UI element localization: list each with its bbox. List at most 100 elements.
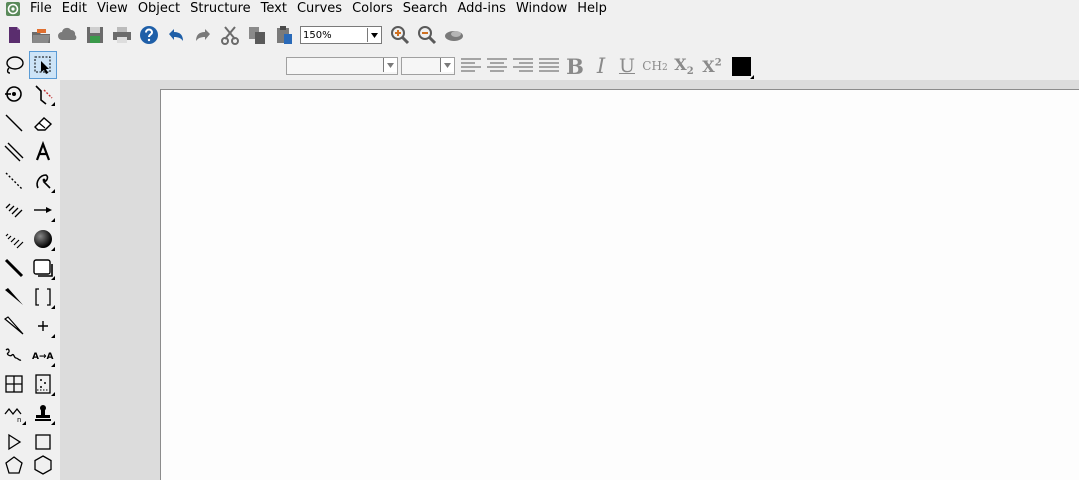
print-button[interactable] xyxy=(111,24,133,46)
stamp-tool[interactable] xyxy=(30,400,56,426)
align-justify-button[interactable] xyxy=(536,55,562,77)
eraser-icon xyxy=(34,117,53,131)
menu-edit[interactable]: Edit xyxy=(57,0,92,18)
menu-object[interactable]: Object xyxy=(133,0,185,18)
align-right-button[interactable] xyxy=(510,55,536,77)
redo-icon xyxy=(196,29,210,41)
zoom-select[interactable]: 150% xyxy=(300,26,382,44)
dashed-bond-icon xyxy=(5,172,23,190)
italic-button[interactable]: I xyxy=(588,54,614,78)
dashed-bond-tool[interactable] xyxy=(1,168,27,194)
undo-icon xyxy=(169,29,183,41)
table-tool[interactable] xyxy=(1,371,27,397)
cloud-icon xyxy=(58,27,77,40)
align-left-button[interactable] xyxy=(458,55,484,77)
drawing-canvas[interactable] xyxy=(160,89,1079,480)
hashed-bond-icon xyxy=(5,203,23,218)
dropdown-corner-icon xyxy=(750,74,754,79)
formula-sub-text: 2 xyxy=(661,63,668,73)
undo-button[interactable] xyxy=(165,24,187,46)
tlc-plate-tool[interactable] xyxy=(30,371,56,397)
menu-curves[interactable]: Curves xyxy=(292,0,347,18)
new-document-button[interactable] xyxy=(3,24,25,46)
menu-bar: File Edit View Object Structure Text Cur… xyxy=(0,0,1079,18)
text-tool[interactable] xyxy=(30,139,56,165)
wavy-bond-tool[interactable] xyxy=(1,342,27,368)
print-icon xyxy=(113,27,131,43)
formula-text: CH xyxy=(642,59,662,73)
font-name-select[interactable] xyxy=(286,57,398,75)
eye-icon xyxy=(445,31,463,41)
menu-structure[interactable]: Structure xyxy=(185,0,255,18)
lasso-tool[interactable] xyxy=(1,52,27,78)
subscript-text: X xyxy=(674,54,687,74)
single-bond-tool[interactable] xyxy=(1,110,27,136)
bold-bond-tool[interactable] xyxy=(1,255,27,281)
align-center-button[interactable] xyxy=(484,55,510,77)
app-logo-icon xyxy=(6,2,20,16)
text-icon xyxy=(35,141,51,161)
wedge-hash-icon xyxy=(5,233,24,249)
pen-tool[interactable] xyxy=(30,168,56,194)
zoom-in-button[interactable] xyxy=(389,24,411,46)
eraser-tool[interactable] xyxy=(30,110,56,136)
main-toolbar: 150% xyxy=(0,20,1079,50)
save-button[interactable] xyxy=(84,24,106,46)
subscript-button[interactable]: X2 xyxy=(670,55,698,77)
tool-palette: A→A n xyxy=(0,51,58,480)
formula-button[interactable]: CH2 xyxy=(640,55,670,77)
superscript-button[interactable]: X2 xyxy=(698,55,726,77)
wedge-bond-tool[interactable] xyxy=(1,284,27,310)
pentagon-ring-icon xyxy=(5,456,23,474)
underline-label: U xyxy=(618,55,635,77)
bond-pen-tool[interactable] xyxy=(30,81,56,107)
paste-button[interactable] xyxy=(273,24,295,46)
menu-view[interactable]: View xyxy=(92,0,133,18)
font-size-select[interactable] xyxy=(401,57,455,75)
dropdown-corner-icon xyxy=(51,334,55,338)
cloud-button[interactable] xyxy=(57,24,79,46)
open-button[interactable] xyxy=(30,24,52,46)
cut-icon xyxy=(221,26,239,45)
bold-button[interactable]: B xyxy=(562,54,588,79)
hollow-wedge-tool[interactable] xyxy=(1,313,27,339)
orbital-tool[interactable] xyxy=(30,226,56,252)
bracket-tool[interactable] xyxy=(30,284,56,310)
text-color-swatch[interactable] xyxy=(732,56,754,79)
menu-search[interactable]: Search xyxy=(398,0,453,18)
menu-text[interactable]: Text xyxy=(256,0,292,18)
select-tool[interactable] xyxy=(29,51,57,79)
view-3d-button[interactable] xyxy=(443,24,465,46)
svg-text:A→A: A→A xyxy=(32,352,54,362)
cut-button[interactable] xyxy=(219,24,241,46)
copy-button[interactable] xyxy=(246,24,268,46)
pentagon-ring-tool[interactable] xyxy=(1,452,27,478)
reaction-map-tool[interactable]: A→A xyxy=(30,342,56,368)
font-size-value xyxy=(402,58,440,74)
help-button[interactable] xyxy=(138,24,160,46)
arrow-tool[interactable] xyxy=(30,197,56,223)
wedge-hash-tool[interactable] xyxy=(1,226,27,252)
hashed-bond-tool[interactable] xyxy=(1,197,27,223)
menu-addins[interactable]: Add-ins xyxy=(452,0,510,18)
menu-help[interactable]: Help xyxy=(572,0,612,18)
chain-tool[interactable]: n xyxy=(1,400,27,426)
zoom-in-icon xyxy=(391,26,410,45)
formula-label: CH2 xyxy=(642,59,667,73)
double-bond-tool[interactable] xyxy=(1,139,27,165)
shape-tool[interactable] xyxy=(30,255,56,281)
hexagon-ring-tool[interactable] xyxy=(30,452,56,478)
dropdown-corner-icon xyxy=(51,102,55,106)
dropdown-corner-icon xyxy=(51,276,55,280)
menu-file[interactable]: File xyxy=(25,0,57,18)
align-right-icon xyxy=(513,58,533,72)
rotate-icon xyxy=(5,86,22,102)
menu-colors[interactable]: Colors xyxy=(347,0,398,18)
redo-button[interactable] xyxy=(192,24,214,46)
underline-button[interactable]: U xyxy=(614,55,640,77)
menu-window[interactable]: Window xyxy=(511,0,572,18)
zoom-out-button[interactable] xyxy=(416,24,438,46)
charge-tool[interactable] xyxy=(30,313,56,339)
rotate-tool[interactable] xyxy=(1,81,27,107)
open-icon xyxy=(32,29,50,43)
